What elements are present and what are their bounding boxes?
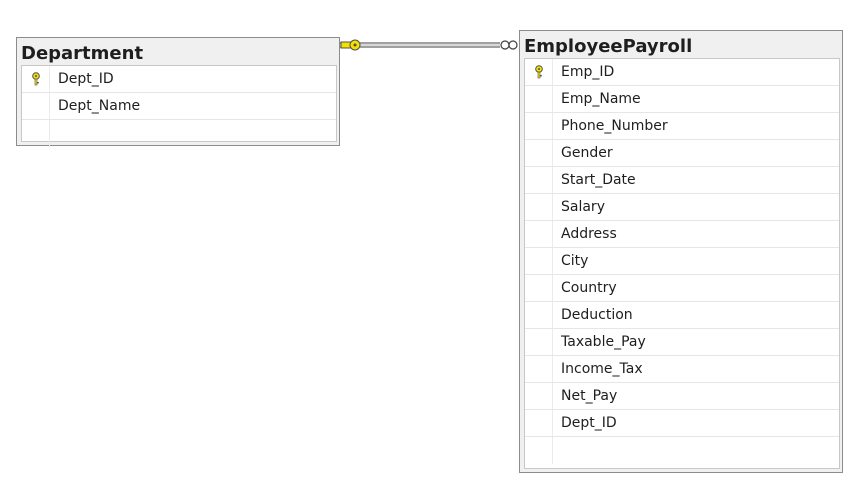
relationship-line[interactable] (340, 42, 500, 48)
row-selector (525, 410, 553, 436)
department-table[interactable]: Department Dept_ID Dept_Name (16, 37, 340, 147)
row-selector (525, 437, 553, 464)
column-row-emp-id[interactable]: Emp_ID (525, 59, 839, 86)
one-end-key-icon (340, 39, 361, 51)
row-selector (525, 113, 553, 139)
column-name: Start_Date (561, 172, 636, 188)
column-row-address[interactable]: Address (525, 221, 839, 248)
employee-payroll-table[interactable]: EmployeePayroll Emp_ID Emp_Name Phone_Nu… (519, 30, 843, 473)
column-name: Dept_ID (58, 71, 114, 87)
row-selector (22, 93, 50, 119)
primary-key-icon (535, 65, 543, 79)
column-name: Gender (561, 145, 613, 161)
row-selector (525, 167, 553, 193)
column-row-city[interactable]: City (525, 248, 839, 275)
column-row-start-date[interactable]: Start_Date (525, 167, 839, 194)
column-name: Taxable_Pay (561, 334, 646, 350)
column-name: Emp_ID (561, 64, 615, 80)
column-name: Country (561, 280, 617, 296)
column-name: City (561, 253, 589, 269)
department-columns-grid: Dept_ID Dept_Name (21, 65, 337, 147)
column-row-phone-number[interactable]: Phone_Number (525, 113, 839, 140)
column-row-empty[interactable] (22, 120, 336, 147)
column-row-taxable-pay[interactable]: Taxable_Pay (525, 329, 839, 356)
column-row-dept-id[interactable]: Dept_ID (525, 410, 839, 437)
row-selector (22, 66, 50, 92)
row-selector (525, 140, 553, 166)
employee-payroll-columns-grid: Emp_ID Emp_Name Phone_Number Gender Star… (524, 58, 840, 469)
column-name: Phone_Number (561, 118, 668, 134)
department-table-title: Department (21, 43, 144, 64)
column-row-emp-name[interactable]: Emp_Name (525, 86, 839, 113)
column-name: Dept_Name (58, 98, 141, 114)
row-selector (525, 302, 553, 328)
column-name: Income_Tax (561, 361, 643, 377)
column-row-deduction[interactable]: Deduction (525, 302, 839, 329)
row-selector (525, 383, 553, 409)
column-row-country[interactable]: Country (525, 275, 839, 302)
column-row-income-tax[interactable]: Income_Tax (525, 356, 839, 383)
row-selector (525, 329, 553, 355)
row-selector (525, 194, 553, 220)
column-name: Deduction (561, 307, 633, 323)
column-row-gender[interactable]: Gender (525, 140, 839, 167)
column-row-dept-name[interactable]: Dept_Name (22, 93, 336, 120)
column-row-dept-id[interactable]: Dept_ID (22, 66, 336, 93)
many-end-infinity-icon (500, 40, 518, 50)
column-row-salary[interactable]: Salary (525, 194, 839, 221)
column-row-net-pay[interactable]: Net_Pay (525, 383, 839, 410)
column-name: Net_Pay (561, 388, 618, 404)
column-name: Address (561, 226, 617, 242)
row-selector (525, 86, 553, 112)
row-selector (525, 356, 553, 382)
primary-key-icon (32, 72, 40, 86)
column-name: Dept_ID (561, 415, 617, 431)
row-selector (525, 248, 553, 274)
row-selector (525, 275, 553, 301)
row-selector (22, 120, 50, 147)
column-name: Emp_Name (561, 91, 641, 107)
row-selector (525, 59, 553, 85)
employee-payroll-table-title: EmployeePayroll (524, 36, 693, 57)
column-name: Salary (561, 199, 605, 215)
row-selector (525, 221, 553, 247)
column-row-empty[interactable] (525, 437, 839, 464)
